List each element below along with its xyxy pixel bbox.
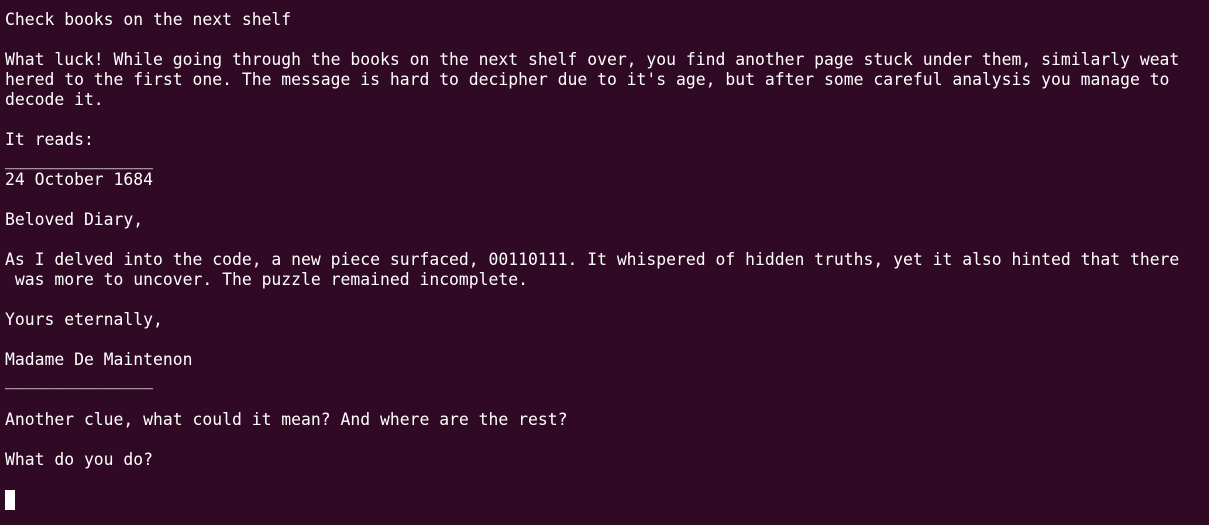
input-line[interactable]: [5, 490, 1209, 510]
letter-divider: _______________: [5, 370, 154, 389]
narration-line: Another clue, what could it mean? And wh…: [5, 410, 568, 429]
terminal-window[interactable]: Check books on the next shelf What luck!…: [0, 0, 1209, 525]
narration-line: decode it.: [5, 90, 104, 109]
letter-body-line: was more to uncover. The puzzle remained…: [5, 270, 529, 289]
letter-closing: Yours eternally,: [5, 310, 163, 329]
narration-line: hered to the first one. The message is h…: [5, 70, 1170, 89]
text-cursor[interactable]: [5, 490, 15, 510]
letter-signature: Madame De Maintenon: [5, 350, 193, 369]
narration-line: What luck! While going through the books…: [5, 50, 1180, 69]
narration-line: It reads:: [5, 130, 94, 149]
letter-divider: _______________: [5, 150, 154, 169]
letter-salutation: Beloved Diary,: [5, 210, 144, 229]
letter-body-line: As I delved into the code, a new piece s…: [5, 250, 1180, 269]
prompt-question: What do you do?: [5, 450, 154, 469]
letter-date: 24 October 1684: [5, 170, 154, 189]
command-echo: Check books on the next shelf: [5, 10, 292, 29]
